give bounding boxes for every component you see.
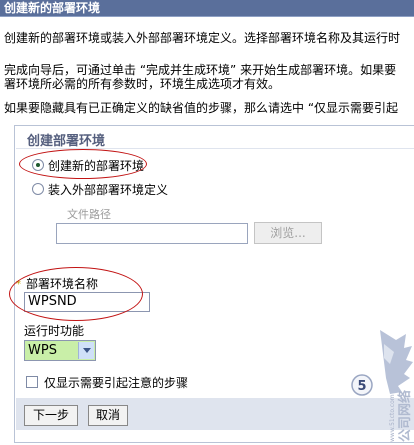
file-path-input[interactable] (56, 223, 248, 244)
radio-import-external[interactable] (32, 183, 44, 195)
intro-text-3: 如果要隐藏具有已正确定义的缺省值的步骤，那么请选中 “仅显示需要引起 (4, 101, 399, 115)
watermark-logo: 5 www.51cto.com 公司网络 (351, 330, 413, 442)
runtime-select[interactable]: WPS (24, 340, 96, 361)
watermark-site: www.51cto.com (389, 394, 396, 442)
chevron-down-icon[interactable] (78, 342, 94, 359)
wing-icon (380, 330, 413, 394)
browse-button[interactable]: 浏览... (254, 222, 322, 244)
next-button[interactable]: 下一步 (24, 405, 78, 426)
annotation-circle-create (19, 149, 147, 179)
watermark-badge: 5 (357, 379, 366, 394)
watermark-brand: 公司网络 (397, 390, 413, 442)
runtime-select-value: WPS (28, 343, 57, 358)
runtime-label: 运行时功能 (24, 324, 85, 338)
attention-steps-checkbox[interactable] (26, 376, 38, 388)
radio-import-external-label[interactable]: 装入外部部署环境定义 (48, 181, 168, 198)
attention-steps-label[interactable]: 仅显示需要引起注意的步骤 (44, 374, 188, 391)
window-title: 创建新的部署环境 (4, 1, 101, 15)
cancel-button[interactable]: 取消 (88, 405, 128, 426)
intro-text-2b: 署环境所必需的所有参数时，环境生成选项才有效。 (4, 77, 281, 91)
intro-text-1: 创建新的部署环境或装入外部部署环境定义。选择部署环境名称及其运行时 (4, 31, 401, 45)
window-titlebar: 创建新的部署环境 (0, 0, 414, 17)
annotation-circle-env-name (9, 267, 143, 321)
section-title: 创建部署环境 (27, 134, 106, 149)
file-path-label: 文件路径 (67, 208, 111, 221)
